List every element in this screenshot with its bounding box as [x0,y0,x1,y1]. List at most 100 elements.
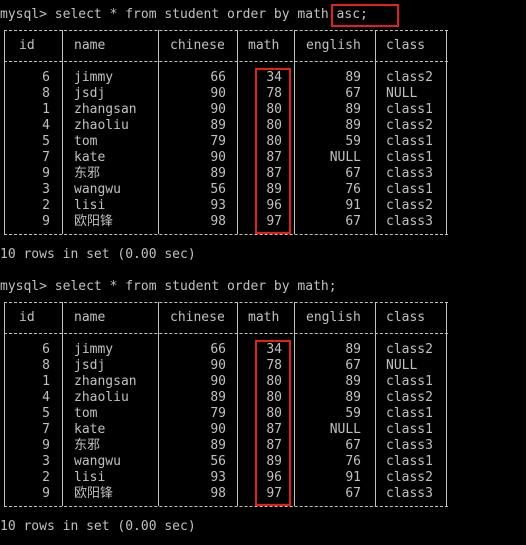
cell-chinese: 89 [210,118,226,133]
table-column-separator [4,302,5,506]
cell-id: 6 [42,342,50,357]
header-chinese: chinese [170,38,225,53]
table-column-separator [294,302,295,506]
cell-math: 97 [266,486,282,501]
cell-chinese: 66 [210,70,226,85]
header-name: name [74,310,106,325]
cell-name: jimmy [74,70,114,85]
cell-chinese: 98 [210,214,226,229]
sql-prompt-2: mysql> select * from student order by ma… [0,279,337,294]
cell-name: tom [74,134,98,149]
cell-id: 1 [42,374,50,389]
table-column-separator [62,30,63,234]
cell-name: zhaoliu [74,118,129,133]
asc-highlight-box [331,4,399,27]
cell-math: 78 [266,358,282,373]
cell-id: 4 [42,390,50,405]
cell-math: 80 [266,374,282,389]
cell-name: 东邪 [74,166,101,181]
cell-english: NULL [329,422,361,437]
cell-class: class3 [386,486,433,501]
cell-chinese: 79 [210,134,226,149]
cell-class: class2 [386,390,433,405]
cell-english: 59 [345,406,361,421]
cell-english: 91 [345,470,361,485]
cell-math: 80 [266,406,282,421]
cell-class: class1 [386,182,433,197]
cell-chinese: 93 [210,470,226,485]
header-english: english [306,38,361,53]
result-summary-2: 10 rows in set (0.00 sec) [0,519,196,534]
cell-id: 2 [42,198,50,213]
cell-class: class2 [386,342,433,357]
cell-math: 78 [266,86,282,101]
cell-english: 59 [345,134,361,149]
cell-id: 3 [42,454,50,469]
cell-english: 67 [345,166,361,181]
cell-id: 4 [42,118,50,133]
cell-id: 8 [42,86,50,101]
cell-name: kate [74,150,106,165]
cell-id: 9 [42,166,50,181]
cell-id: 2 [42,470,50,485]
cell-class: class1 [386,374,433,389]
header-chinese: chinese [170,310,225,325]
cell-chinese: 90 [210,422,226,437]
cell-math: 89 [266,454,282,469]
table-column-separator [375,302,376,506]
cell-english: 89 [345,70,361,85]
cell-math: 96 [266,470,282,485]
cell-math: 89 [266,182,282,197]
cell-math: 87 [266,150,282,165]
cell-id: 9 [42,486,50,501]
cell-chinese: 56 [210,454,226,469]
cell-english: 89 [345,342,361,357]
table-column-separator [237,302,238,506]
cell-english: 76 [345,182,361,197]
cell-name: jimmy [74,342,114,357]
cell-class: class2 [386,118,433,133]
cell-id: 6 [42,70,50,85]
cell-english: 89 [345,390,361,405]
header-class: class [386,310,426,325]
cell-math: 87 [266,166,282,181]
table-column-separator [4,30,5,234]
cell-class: class2 [386,470,433,485]
cell-chinese: 66 [210,342,226,357]
table-border-top [4,30,448,31]
cell-id: 1 [42,102,50,117]
table-border-bottom [4,506,448,507]
cell-class: class3 [386,166,433,181]
cell-id: 9 [42,214,50,229]
cell-math: 34 [266,70,282,85]
cell-english: NULL [329,150,361,165]
cell-class: class2 [386,198,433,213]
cell-math: 96 [266,198,282,213]
cell-id: 5 [42,134,50,149]
table-column-separator [375,30,376,234]
cell-name: kate [74,422,106,437]
table-column-separator [446,302,447,506]
table-column-separator [158,30,159,234]
cell-english: 76 [345,454,361,469]
cell-english: 89 [345,374,361,389]
cell-english: 91 [345,198,361,213]
cell-name: jsdj [74,358,106,373]
header-name: name [74,38,106,53]
cell-math: 80 [266,134,282,149]
table-border-header [4,61,448,62]
cell-class: class1 [386,454,433,469]
table-border-bottom [4,234,448,235]
cell-id: 3 [42,182,50,197]
cell-chinese: 98 [210,486,226,501]
cell-name: zhangsan [74,102,137,117]
cell-class: NULL [386,86,418,101]
terminal-window[interactable]: mysql> select * from student order by ma… [0,0,526,545]
cell-name: 欧阳锋 [74,486,114,501]
cell-id: 9 [42,438,50,453]
result-summary-1: 10 rows in set (0.00 sec) [0,247,196,262]
header-english: english [306,310,361,325]
cell-math: 97 [266,214,282,229]
table-border-header [4,333,448,334]
cell-chinese: 90 [210,102,226,117]
